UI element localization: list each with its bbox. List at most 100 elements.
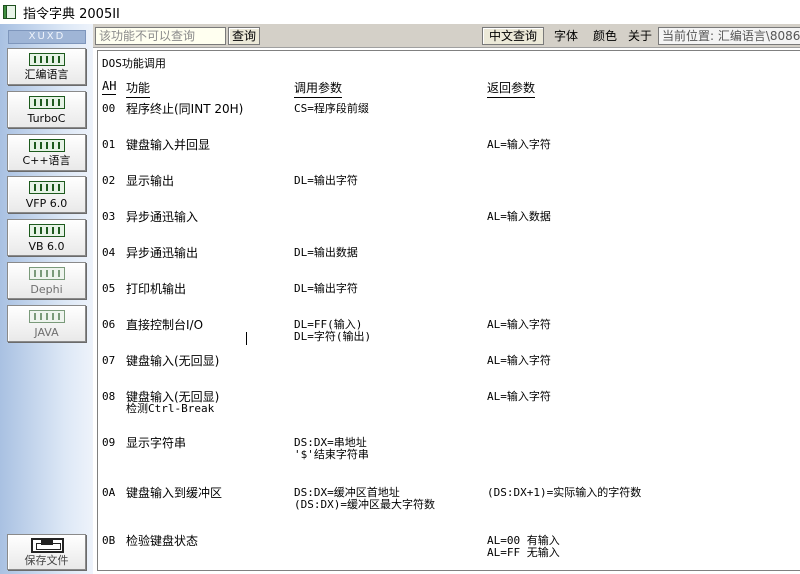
lang-button-cpp[interactable]: C++语言	[7, 134, 86, 171]
function-name: 显示输出	[126, 175, 174, 187]
header-return-params: 返回参数	[487, 79, 536, 98]
call-params: CS=程序段前缀	[294, 103, 369, 115]
text-caret	[246, 332, 247, 345]
lang-button-asm[interactable]: 汇编语言	[7, 48, 86, 85]
lang-button-vb[interactable]: VB 6.0	[7, 219, 86, 256]
ah-code: 07	[102, 355, 115, 367]
function-name-line: 检验键盘状态	[126, 534, 199, 548]
function-name-line: 打印机输出	[126, 282, 187, 296]
function-name-line: 键盘输入到缓冲区	[126, 486, 223, 500]
chip-icon	[29, 224, 65, 237]
lang-button-label: JAVA	[34, 326, 59, 339]
window-title: 指令字典 2005II	[23, 6, 120, 22]
search-button[interactable]: 查询	[228, 27, 260, 45]
function-name: 异步通迅输出	[126, 247, 198, 259]
return-params: AL=输入字符	[487, 355, 551, 367]
call-params: DL=输出字符	[294, 175, 358, 187]
ah-code: 02	[102, 175, 115, 187]
chinese-search-button[interactable]: 中文查询	[482, 27, 544, 45]
lang-button-label: C++语言	[22, 154, 71, 167]
chip-icon	[29, 181, 65, 194]
ah-code-line: 06	[102, 318, 116, 331]
ah-code-line: 02	[102, 174, 116, 187]
sidebar-header: XUXD	[8, 30, 86, 44]
chip-icon	[29, 96, 65, 109]
return-params-line: AL=输入字符	[487, 390, 551, 403]
function-name-line: 键盘输入并回显	[126, 138, 211, 152]
function-name-line2: 检测Ctrl-Break	[126, 402, 215, 415]
call-params-line: DL=输出字符	[294, 174, 358, 187]
color-link[interactable]: 颜色	[593, 27, 617, 45]
return-params: AL=输入数据	[487, 211, 551, 223]
ah-code-line: 0B	[102, 534, 116, 547]
sidebar: XUXD 汇编语言 TurboC C++语言 VFP 6.0 VB 6.0 De…	[0, 24, 93, 574]
content-title: DOS功能调用	[102, 57, 166, 70]
ah-code-line: 01	[102, 138, 116, 151]
function-name: 键盘输入(无回显)	[126, 355, 219, 367]
ah-code: 03	[102, 211, 115, 223]
lang-button-label: VB 6.0	[28, 240, 65, 253]
lang-button-label: Dephi	[30, 283, 63, 296]
return-params: AL=输入字符	[487, 319, 551, 331]
ah-code: 05	[102, 283, 115, 295]
floppy-disk-icon	[31, 538, 64, 553]
lang-button-java[interactable]: JAVA	[7, 305, 86, 342]
call-params-line2: DL=字符(输出)	[294, 330, 372, 343]
call-params-line2: (DS:DX)=缓冲区最大字符数	[294, 498, 435, 511]
call-params: DS:DX=串地址 '$'结束字符串	[294, 437, 369, 461]
return-params-line: AL=输入字符	[487, 318, 551, 331]
function-name-line: 键盘输入(无回显)	[126, 354, 220, 368]
ah-code-line: 08	[102, 390, 116, 403]
save-file-button[interactable]: 保存文件	[7, 534, 86, 570]
return-params: AL=输入字符	[487, 139, 551, 151]
title-bar: 指令字典 2005II	[0, 0, 800, 24]
toolbar: 该功能不可以查询 查询 中文查询 字体 颜色 关于 当前位置: 汇编语言\808…	[93, 24, 800, 48]
ah-code: 0A	[102, 487, 115, 499]
function-name-line: 显示输出	[126, 174, 175, 188]
header-call-params: 调用参数	[294, 79, 343, 98]
call-params-line: DL=输出数据	[294, 246, 358, 259]
function-name: 键盘输入到缓冲区	[126, 487, 222, 499]
return-params-line2: AL=FF 无输入	[487, 546, 560, 559]
return-params-line: (DS:DX+1)=实际输入的字符数	[487, 486, 642, 499]
return-params-line: AL=输入数据	[487, 210, 551, 223]
function-name-line: 程序终止(同INT 20H)	[126, 102, 244, 116]
lang-button-label: TurboC	[27, 112, 66, 125]
lang-button-label: 汇编语言	[24, 68, 69, 81]
call-params-line2: '$'结束字符串	[294, 448, 369, 461]
return-params: (DS:DX+1)=实际输入的字符数	[487, 487, 641, 499]
function-name: 键盘输入(无回显) 检测Ctrl-Break	[126, 391, 219, 415]
search-input[interactable]: 该功能不可以查询	[95, 27, 226, 45]
function-name: 异步通迅输入	[126, 211, 198, 223]
function-name: 程序终止(同INT 20H)	[126, 103, 243, 115]
ah-code: 01	[102, 139, 115, 151]
function-name: 键盘输入并回显	[126, 139, 210, 151]
call-params: DS:DX=缓冲区首地址 (DS:DX)=缓冲区最大字符数	[294, 487, 435, 511]
function-name-line: 异步通迅输入	[126, 210, 199, 224]
call-params-line: CS=程序段前缀	[294, 102, 369, 115]
font-link[interactable]: 字体	[554, 27, 578, 45]
lang-button-turboc[interactable]: TurboC	[7, 91, 86, 128]
chip-icon	[29, 310, 65, 323]
function-name-line: 显示字符串	[126, 436, 187, 450]
chip-icon	[29, 53, 65, 66]
call-params: DL=输出字符	[294, 283, 358, 295]
about-link[interactable]: 关于	[628, 27, 652, 45]
ah-code: 04	[102, 247, 115, 259]
function-name: 检验键盘状态	[126, 535, 198, 547]
function-name: 打印机输出	[126, 283, 186, 295]
header-function: 功能	[126, 79, 151, 98]
ah-code-line: 04	[102, 246, 116, 259]
ah-code: 0B	[102, 535, 115, 547]
save-file-label: 保存文件	[24, 554, 69, 567]
app-icon	[2, 4, 18, 20]
ah-code-line: 00	[102, 102, 116, 115]
call-params: DL=FF(输入) DL=字符(输出)	[294, 319, 371, 343]
content-panel[interactable]: DOS功能调用 AH 功能 调用参数 返回参数 00 程序终止(同INT 20H)…	[97, 50, 800, 571]
chip-icon	[29, 139, 65, 152]
function-name-line: 异步通迅输出	[126, 246, 199, 260]
function-name: 直接控制台I/O	[126, 319, 203, 331]
lang-button-vfp[interactable]: VFP 6.0	[7, 176, 86, 213]
current-location: 当前位置: 汇编语言\8086\	[658, 27, 800, 45]
lang-button-delphi[interactable]: Dephi	[7, 262, 86, 299]
